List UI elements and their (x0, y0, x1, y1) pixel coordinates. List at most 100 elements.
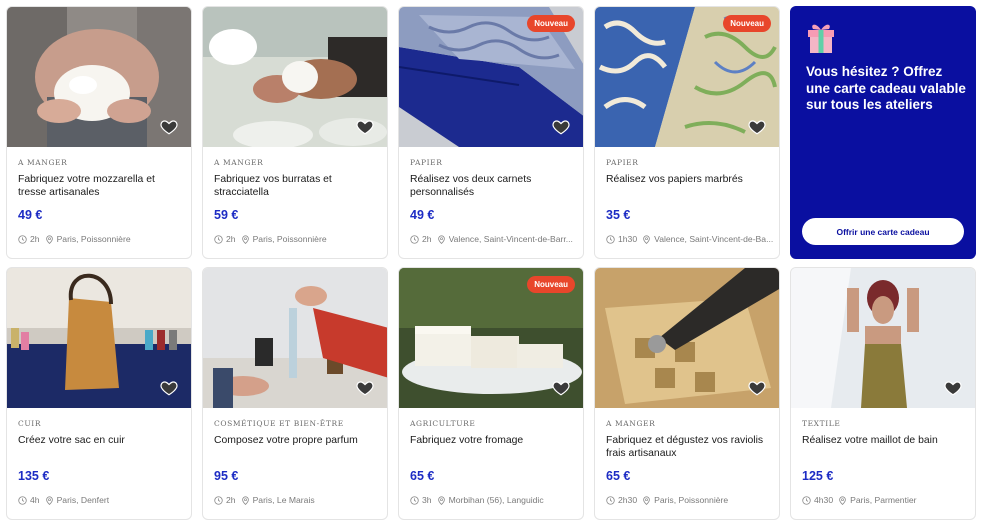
favorite-heart-icon[interactable] (355, 378, 375, 398)
workshop-meta: 4h Paris, Denfert (18, 495, 186, 505)
workshop-image-notebooks[interactable]: Nouveau (399, 7, 583, 147)
clock-icon (18, 234, 27, 244)
workshop-card[interactable]: Nouveau PAPIER Réalisez vos deux carnets… (398, 6, 584, 259)
workshop-location: Morbihan (56), Languidic (448, 495, 544, 505)
workshop-category: COSMÉTIQUE ET BIEN-ÊTRE (214, 419, 344, 428)
workshop-category: A MANGER (606, 419, 656, 428)
workshop-card[interactable]: A MANGER Fabriquez vos burratas et strac… (202, 6, 388, 259)
workshop-category: A MANGER (214, 158, 264, 167)
workshop-duration: 2h (422, 234, 432, 244)
workshop-category: AGRICULTURE (410, 419, 476, 428)
workshop-meta: 2h Valence, Saint-Vincent-de-Barr... (410, 234, 578, 244)
workshop-card[interactable]: COSMÉTIQUE ET BIEN-ÊTRE Composez votre p… (202, 267, 388, 520)
workshop-meta: 2h Paris, Poissonnière (214, 234, 382, 244)
workshop-duration: 4h (30, 495, 40, 505)
location-pin-icon (437, 495, 446, 505)
workshop-card[interactable]: Nouveau AGRICULTURE Fabriquez votre from… (398, 267, 584, 520)
workshop-card[interactable]: A MANGER Fabriquez votre mozzarella et t… (6, 6, 192, 259)
workshop-duration: 3h (422, 495, 432, 505)
workshop-card[interactable]: A MANGER Fabriquez et dégustez vos ravio… (594, 267, 780, 520)
workshop-price: 49 € (18, 208, 43, 222)
gift-icon (806, 22, 836, 54)
location-pin-icon (45, 495, 54, 505)
workshop-image-swimsuit[interactable] (791, 268, 975, 408)
workshop-title[interactable]: Fabriquez vos burratas et stracciatella (214, 173, 379, 199)
workshop-duration: 2h (226, 495, 236, 505)
workshop-title[interactable]: Fabriquez et dégustez vos raviolis frais… (606, 434, 771, 460)
workshop-price: 65 € (410, 469, 435, 483)
workshop-price: 65 € (606, 469, 631, 483)
workshop-duration: 2h (226, 234, 236, 244)
workshop-image-perfume[interactable] (203, 268, 387, 408)
clock-icon (214, 495, 223, 505)
workshop-location: Paris, Poissonnière (654, 495, 729, 505)
clock-icon (214, 234, 223, 244)
gift-card-promo: Vous hésitez ? Offrez une carte cadeau v… (790, 6, 976, 259)
favorite-heart-icon[interactable] (355, 117, 375, 137)
workshop-image-marbled-papers[interactable]: Nouveau (595, 7, 779, 147)
clock-icon (802, 495, 811, 505)
workshop-meta: 3h Morbihan (56), Languidic (410, 495, 578, 505)
location-pin-icon (241, 234, 250, 244)
workshop-title[interactable]: Composez votre propre parfum (214, 434, 379, 447)
new-badge: Nouveau (723, 15, 771, 32)
workshop-price: 125 € (802, 469, 834, 483)
favorite-heart-icon[interactable] (943, 378, 963, 398)
workshop-duration: 1h30 (618, 234, 638, 244)
clock-icon (18, 495, 27, 505)
workshop-category: PAPIER (410, 158, 443, 167)
favorite-heart-icon[interactable] (159, 117, 179, 137)
workshop-location: Paris, Poissonnière (56, 234, 131, 244)
location-pin-icon (437, 234, 446, 244)
workshop-title[interactable]: Fabriquez votre fromage (410, 434, 575, 447)
workshop-meta: 4h30 Paris, Parmentier (802, 495, 970, 505)
workshop-image-burrata[interactable] (203, 7, 387, 147)
workshop-image-cheese[interactable]: Nouveau (399, 268, 583, 408)
offer-gift-card-button[interactable]: Offrir une carte cadeau (802, 218, 964, 245)
workshop-location: Paris, Poissonnière (252, 234, 327, 244)
favorite-heart-icon[interactable] (159, 378, 179, 398)
workshop-category: A MANGER (18, 158, 68, 167)
workshop-location: Paris, Parmentier (850, 495, 917, 505)
workshop-duration: 4h30 (814, 495, 834, 505)
workshop-title[interactable]: Créez votre sac en cuir (18, 434, 183, 447)
workshop-image-leather-bag[interactable] (7, 268, 191, 408)
workshop-location: Valence, Saint-Vincent-de-Barr... (448, 234, 573, 244)
workshop-meta: 1h30 Valence, Saint-Vincent-de-Ba... (606, 234, 774, 244)
workshop-location: Paris, Denfert (56, 495, 110, 505)
workshop-card[interactable]: CUIR Créez votre sac en cuir 135 € 4h Pa… (6, 267, 192, 520)
location-pin-icon (642, 234, 651, 244)
workshop-location: Valence, Saint-Vincent-de-Ba... (654, 234, 774, 244)
location-pin-icon (642, 495, 651, 505)
workshop-price: 95 € (214, 469, 239, 483)
clock-icon (606, 495, 615, 505)
gift-card-text: Vous hésitez ? Offrez une carte cadeau v… (806, 64, 966, 112)
workshop-price: 59 € (214, 208, 239, 222)
workshop-location: Paris, Le Marais (252, 495, 315, 505)
workshop-title[interactable]: Réalisez vos deux carnets personnalisés (410, 173, 575, 199)
clock-icon (410, 495, 419, 505)
workshop-title[interactable]: Fabriquez votre mozzarella et tresse art… (18, 173, 183, 199)
clock-icon (606, 234, 615, 244)
location-pin-icon (241, 495, 250, 505)
favorite-heart-icon[interactable] (551, 378, 571, 398)
workshop-card[interactable]: Nouveau PAPIER Réalisez vos papiers marb… (594, 6, 780, 259)
favorite-heart-icon[interactable] (747, 378, 767, 398)
workshop-meta: 2h Paris, Poissonnière (18, 234, 186, 244)
workshop-category: TEXTILE (802, 419, 841, 428)
workshop-duration: 2h30 (618, 495, 638, 505)
workshop-duration: 2h (30, 234, 40, 244)
location-pin-icon (838, 495, 847, 505)
favorite-heart-icon[interactable] (551, 117, 571, 137)
workshop-card[interactable]: TEXTILE Réalisez votre maillot de bain 1… (790, 267, 976, 520)
workshop-title[interactable]: Réalisez vos papiers marbrés (606, 173, 771, 186)
workshop-image-ravioli[interactable] (595, 268, 779, 408)
workshop-title[interactable]: Réalisez votre maillot de bain (802, 434, 967, 447)
workshop-price: 35 € (606, 208, 631, 222)
new-badge: Nouveau (527, 276, 575, 293)
workshop-meta: 2h30 Paris, Poissonnière (606, 495, 774, 505)
clock-icon (410, 234, 419, 244)
new-badge: Nouveau (527, 15, 575, 32)
workshop-image-mozzarella[interactable] (7, 7, 191, 147)
favorite-heart-icon[interactable] (747, 117, 767, 137)
